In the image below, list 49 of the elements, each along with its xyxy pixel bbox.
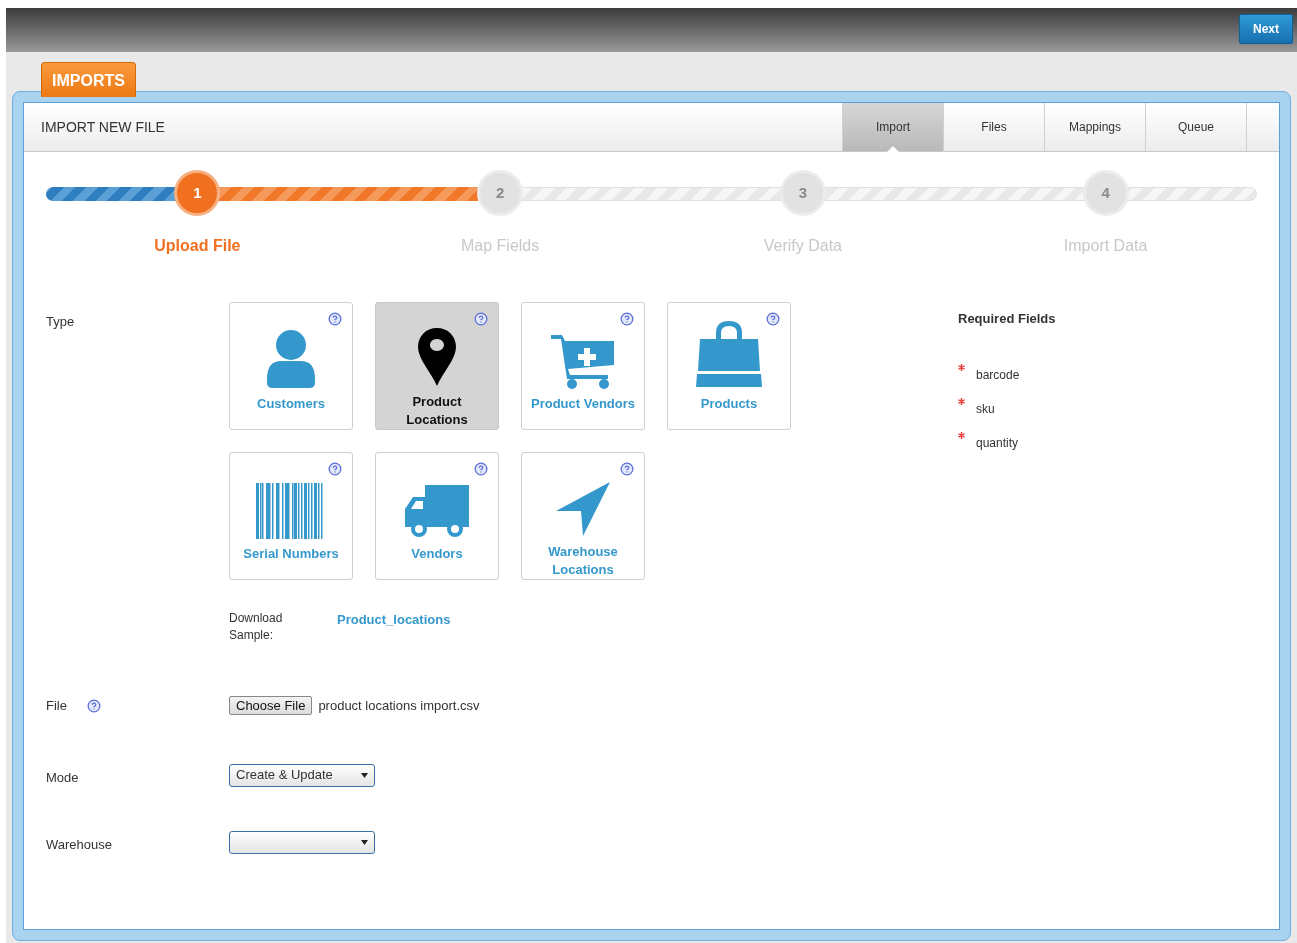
step-number: 2	[477, 170, 524, 216]
type-tile[interactable]: Products	[667, 302, 791, 430]
truck-icon	[403, 483, 471, 539]
map-pin-icon	[417, 327, 457, 387]
panel-title: IMPORT NEW FILE	[41, 117, 166, 137]
warehouse-label: Warehouse	[46, 836, 113, 854]
dropdown-arrow-icon	[361, 840, 368, 845]
required-field-name: sku	[976, 400, 995, 418]
help-icon[interactable]	[620, 312, 634, 326]
type-tile[interactable]: Customers	[229, 302, 353, 430]
shopping-bag-icon	[694, 319, 764, 389]
type-tile[interactable]: Product Vendors	[521, 302, 645, 430]
type-label: Type	[46, 314, 75, 329]
type-tile[interactable]: Serial Numbers	[229, 452, 353, 580]
asterisk-icon	[958, 397, 965, 405]
step-number: 1	[174, 170, 221, 216]
cart-plus-icon	[550, 333, 616, 389]
help-icon[interactable]	[328, 312, 342, 326]
required-fields-title: Required Fields	[958, 310, 1057, 328]
type-tile[interactable]: Vendors	[375, 452, 499, 580]
sample-link[interactable]: Product_locations	[337, 610, 451, 644]
help-icon[interactable]	[766, 312, 780, 326]
warehouse-select[interactable]	[229, 831, 375, 854]
help-icon[interactable]	[474, 462, 488, 476]
required-field-name: barcode	[976, 366, 1020, 384]
download-sample-label: Download Sample:	[229, 610, 284, 644]
dropdown-arrow-icon	[361, 772, 368, 778]
next-button[interactable]: Next	[1239, 14, 1293, 44]
step-label: Upload File	[154, 236, 241, 256]
step-number: 3	[779, 170, 826, 216]
barcode-icon	[256, 483, 326, 539]
navigation-arrow-icon	[555, 481, 611, 537]
choose-file-button[interactable]: Choose File	[229, 696, 313, 716]
step-number: 4	[1082, 170, 1129, 216]
type-tile[interactable]: Warehouse Locations	[521, 452, 645, 580]
panel-tab[interactable]: Import	[842, 103, 943, 151]
required-field-name: quantity	[976, 434, 1019, 452]
mode-select[interactable]: Create & Update	[229, 763, 375, 787]
help-icon[interactable]	[328, 462, 342, 476]
type-tile[interactable]: Product Locations	[375, 302, 499, 430]
section-tab[interactable]: IMPORTS	[41, 62, 136, 97]
asterisk-icon	[958, 363, 965, 371]
file-name: product locations import.csv	[318, 697, 480, 715]
mode-label: Mode	[46, 768, 80, 787]
help-icon[interactable]	[474, 312, 488, 326]
help-icon[interactable]	[86, 698, 101, 713]
asterisk-icon	[958, 431, 965, 439]
help-icon[interactable]	[620, 462, 634, 476]
file-label: File	[46, 697, 67, 715]
